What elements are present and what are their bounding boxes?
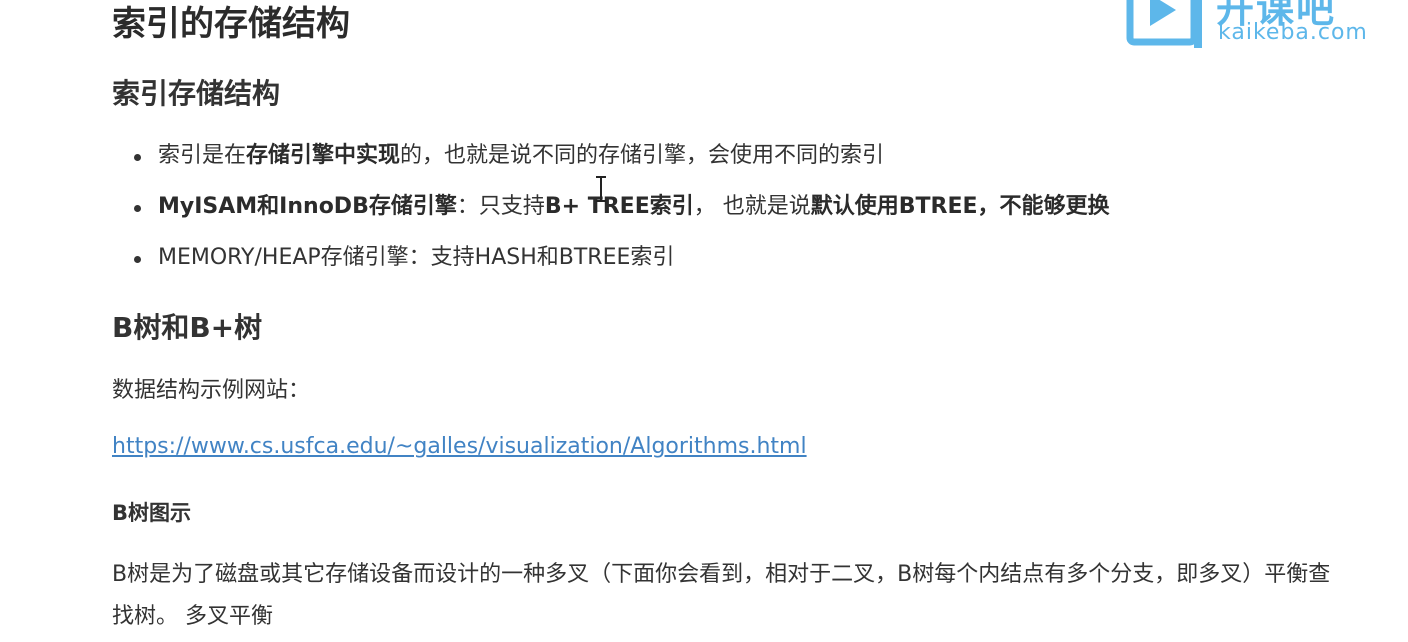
- kaikeba-logo: 开课吧 kaikeba.com: [1126, 0, 1396, 50]
- text: ， 也就是说: [693, 194, 811, 219]
- text-cursor-icon: [596, 176, 606, 202]
- section-heading-btree: B树和B+树: [112, 311, 263, 344]
- text: MEMORY/HEAP存储引擎：支持HASH和BTREE索引: [158, 245, 675, 270]
- bullet-list: 索引是在存储引擎中实现的，也就是说不同的存储引擎，会使用不同的索引 MyISAM…: [134, 138, 1110, 291]
- bold-text: B+ TREE索引: [544, 194, 694, 219]
- list-item: MEMORY/HEAP存储引擎：支持HASH和BTREE索引: [134, 240, 1110, 291]
- visualization-link[interactable]: https://www.cs.usfca.edu/~galles/visuali…: [112, 434, 807, 459]
- list-item: MyISAM和InnoDB存储引擎：只支持B+ TREE索引， 也就是说默认使用…: [134, 189, 1110, 240]
- text: 的，也就是说不同的存储引擎，会使用不同的索引: [400, 143, 885, 168]
- page-title: 索引的存储结构: [112, 4, 350, 44]
- bold-text: 默认使用BTREE，不能够更换: [810, 194, 1110, 219]
- play-screen-icon: [1126, 0, 1202, 48]
- intro-text: 数据结构示例网站：: [112, 378, 311, 403]
- btree-description: B树是为了磁盘或其它存储设备而设计的一种多叉（下面你会看到，相对于二叉，B树每个…: [112, 562, 1331, 629]
- bold-text: MyISAM和InnoDB存储引擎: [158, 194, 457, 219]
- subheading-btree-diagram: B树图示: [112, 501, 192, 525]
- section-heading-index-storage: 索引存储结构: [112, 77, 281, 110]
- bold-text: 存储引擎中实现: [246, 143, 401, 168]
- logo-english-text: kaikeba.com: [1218, 20, 1368, 45]
- text: 索引是在: [158, 143, 247, 168]
- list-item: 索引是在存储引擎中实现的，也就是说不同的存储引擎，会使用不同的索引: [134, 138, 1110, 189]
- text: ：只支持: [456, 194, 545, 219]
